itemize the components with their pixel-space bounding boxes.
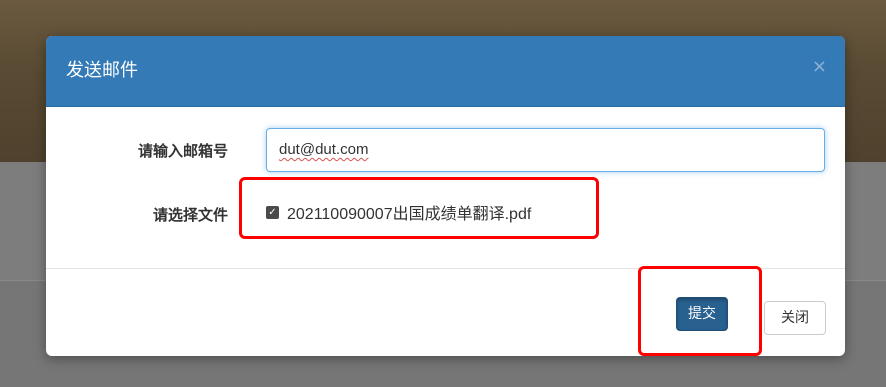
dialog-title: 发送邮件 (66, 60, 138, 81)
close-button[interactable]: 关闭 (764, 301, 826, 335)
email-field[interactable]: dut@dut.com (266, 128, 825, 172)
email-label: 请输入邮箱号 (137, 142, 228, 160)
file-label: 请选择文件 (152, 206, 228, 224)
send-email-dialog: 发送邮件 × 请输入邮箱号 dut@dut.com 请选择文件 ✓ 202110… (46, 36, 845, 356)
email-value: dut@dut.com (279, 141, 369, 158)
file-highlight-box (239, 177, 599, 239)
close-icon[interactable]: × (812, 56, 827, 78)
dialog-header: 发送邮件 × (46, 36, 845, 107)
submit-highlight-box (638, 266, 762, 356)
page-backdrop: 发送邮件 × 请输入邮箱号 dut@dut.com 请选择文件 ✓ 202110… (0, 0, 886, 387)
